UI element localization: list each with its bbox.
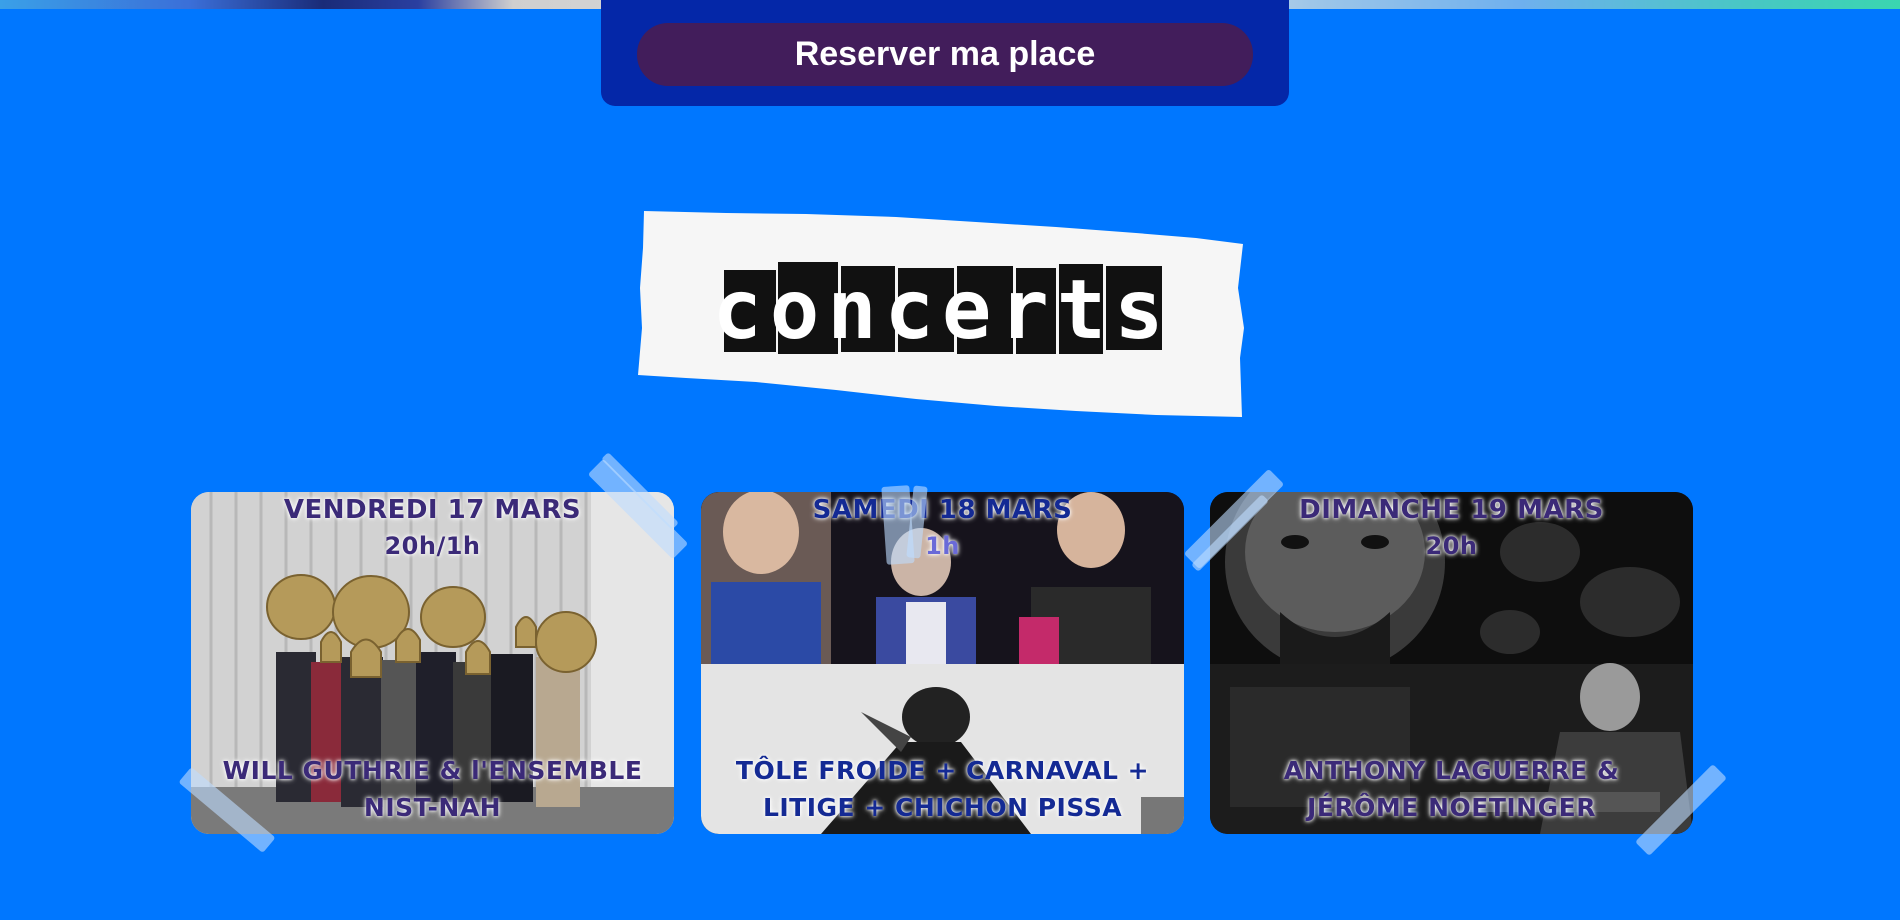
- concert-time: 20h/1h: [384, 532, 481, 560]
- reservation-panel: Reserver ma place: [601, 0, 1289, 106]
- concert-time: 20h: [1425, 532, 1478, 560]
- concert-time: 1h: [925, 532, 960, 560]
- reserve-button[interactable]: Reserver ma place: [637, 23, 1253, 86]
- concert-title: WILL GUTHRIE & l'ENSEMBLE NIST-NAH: [222, 756, 643, 822]
- concert-date: SAMEDI 18 MARS: [812, 495, 1073, 525]
- concert-card-saturday[interactable]: SAMEDI 18 MARS 1h TÔLE FROIDE + CARNAVAL…: [701, 492, 1184, 834]
- concert-card-friday[interactable]: VENDREDI 17 MARS 20h/1h WILL GUTHRIE & l…: [191, 492, 674, 834]
- concert-card-sunday[interactable]: DIMANCHE 19 MARS 20h ANTHONY LAGUERRE & …: [1210, 492, 1693, 834]
- concert-title: TÔLE FROIDE + CARNAVAL + LITIGE + CHICHO…: [735, 756, 1150, 822]
- concert-date: DIMANCHE 19 MARS: [1299, 495, 1604, 525]
- concert-date: VENDREDI 17 MARS: [283, 495, 582, 525]
- concerts-logo-text: concerts: [713, 262, 1172, 358]
- svg-text:concerts: concerts: [713, 263, 1172, 358]
- concerts-section-heading: concerts: [636, 208, 1248, 423]
- concert-title: ANTHONY LAGUERRE & JÉRÔME NOETINGER: [1283, 756, 1620, 822]
